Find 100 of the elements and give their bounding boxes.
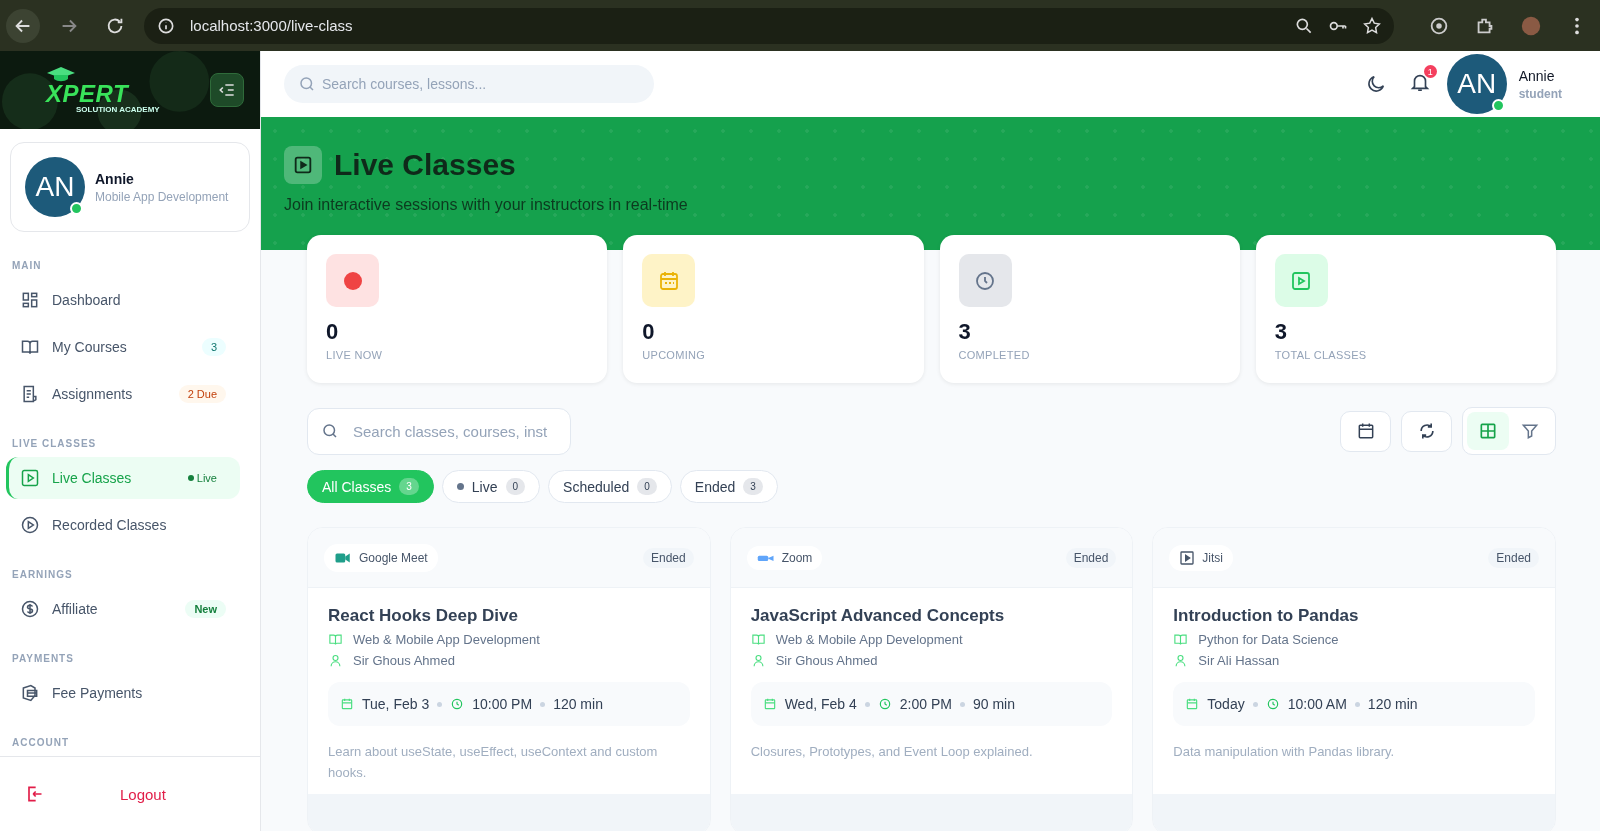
grid-icon: [1478, 421, 1498, 441]
logout-button[interactable]: Logout: [0, 783, 172, 805]
calendar-icon: [1185, 697, 1200, 711]
class-date: Tue, Feb 3: [362, 696, 430, 712]
url-text: localhost:3000/live-class: [190, 17, 353, 34]
nav-badge: 2 Due: [178, 385, 226, 403]
class-card[interactable]: Zoom Ended JavaScript Advanced Concepts Web & Mobile App Development Sir Ghous Ahmed Wed, Feb 4 2:00 PM 90 min Closures, Prototypes, and Event Loop explained.: [729, 527, 1134, 831]
section-heading: LIVE CLASSES: [11, 437, 98, 451]
class-title: Introduction to Pandas: [1173, 606, 1360, 626]
circle-play-icon: [20, 515, 40, 535]
course-name: Python for Data Science: [1198, 632, 1339, 647]
class-title: JavaScript Advanced Concepts: [750, 606, 1006, 626]
status-badge: Ended: [642, 547, 694, 568]
play-icon: [1179, 549, 1196, 566]
play-icon: [284, 146, 322, 184]
section-heading: ACCOUNT: [11, 736, 70, 750]
stat-value: 0: [642, 319, 655, 345]
page-title: Live Classes: [334, 148, 516, 182]
filter-icon: [1520, 421, 1540, 441]
user-icon: [328, 653, 343, 668]
stat-label: UPCOMING: [642, 349, 706, 361]
nav-badge: New: [185, 600, 226, 618]
card-icon: [20, 683, 40, 703]
back-icon[interactable]: [6, 8, 40, 43]
book-icon: [1173, 632, 1189, 647]
class-duration: 120 min: [553, 696, 603, 712]
class-time: 10:00 AM: [1287, 696, 1347, 712]
dollar-icon: [20, 599, 40, 619]
platform-tag: Google Meet: [324, 543, 438, 572]
nav-item[interactable]: Affiliate New: [6, 588, 240, 630]
class-time: 2:00 PM: [899, 696, 952, 712]
collapse-sidebar-button[interactable]: [210, 73, 244, 107]
section-heading: MAIN: [11, 259, 43, 273]
nav-item[interactable]: Live Classes Live: [6, 457, 240, 499]
clock-icon: [877, 697, 892, 711]
stat-value: 3: [958, 319, 971, 345]
nav-item[interactable]: Assignments 2 Due: [6, 373, 240, 415]
record-icon: [326, 254, 379, 307]
nav-item[interactable]: My Courses 3: [6, 326, 240, 368]
nav-badge: 3: [201, 338, 226, 356]
class-card[interactable]: Google Meet Ended React Hooks Deep Dive Web & Mobile App Development Sir Ghous Ahmed Tue, Feb 3 10:00 PM 120 min Learn about useState, useEffect, useContext and custom hooks.: [307, 527, 711, 831]
class-title: React Hooks Deep Dive: [328, 606, 519, 626]
doc-icon: [20, 384, 40, 404]
avatar[interactable]: AN: [1446, 54, 1507, 114]
calendar-icon: [340, 697, 354, 711]
search-field[interactable]: Search courses, lessons...: [284, 65, 654, 103]
filter-tab[interactable]: Live 0: [441, 470, 541, 503]
nav-item[interactable]: Fee Payments: [6, 672, 240, 714]
instructor-name: Sir Ghous Ahmed: [353, 653, 455, 668]
instructor-name: Sir Ghous Ahmed: [775, 653, 878, 668]
class-duration: 120 min: [1367, 696, 1418, 712]
status-badge: Ended: [1065, 547, 1117, 568]
course-name: Web & Mobile App Development: [353, 632, 540, 647]
clock-icon: [958, 254, 1012, 307]
class-description: Data manipulation with Pandas library.: [1173, 743, 1396, 761]
user-program: Mobile App Development: [95, 189, 229, 204]
nav-item[interactable]: Dashboard: [6, 279, 240, 321]
instructor-name: Sir Ali Hassan: [1198, 653, 1280, 668]
book-icon: [328, 632, 343, 647]
platform-tag: Jitsi: [1169, 544, 1233, 571]
filter-tab[interactable]: Scheduled 0: [548, 470, 672, 503]
section-heading: EARNINGS: [11, 568, 74, 582]
page-subtitle: Join interactive sessions with your instructors in real-time: [284, 196, 689, 214]
notification-count: 1: [1423, 65, 1437, 78]
platform-tag: Zoom: [746, 545, 823, 570]
status-badge: Ended: [1488, 547, 1539, 568]
stat-label: COMPLETED: [958, 349, 1030, 361]
class-card[interactable]: Jitsi Ended Introduction to Pandas Python for Data Science Sir Ali Hassan Today 10:00 AM 120 min Data manipulation with Pandas library.: [1152, 527, 1556, 831]
clock-icon: [450, 697, 465, 711]
class-search-field[interactable]: Search classes, courses, inst: [307, 407, 571, 455]
class-duration: 90 min: [972, 696, 1015, 712]
class-description: Closures, Prototypes, and Event Loop explained.: [750, 743, 1034, 761]
nav-item[interactable]: Recorded Classes: [6, 504, 240, 546]
calendar-icon: [642, 254, 696, 307]
logo-subtitle: SOLUTION ACADEMY: [76, 106, 160, 114]
book-icon: [750, 632, 766, 647]
stat-label: TOTAL CLASSES: [1274, 349, 1367, 361]
class-time: 10:00 PM: [472, 696, 533, 712]
search-icon: [298, 75, 316, 93]
clock-icon: [1265, 697, 1280, 711]
stat-label: LIVE NOW: [326, 349, 383, 361]
calendar-button[interactable]: [1340, 410, 1391, 452]
refresh-button[interactable]: [1401, 410, 1452, 452]
class-date: Wed, Feb 4: [784, 696, 857, 712]
stat-value: 0: [326, 319, 339, 345]
play-icon: [20, 468, 40, 488]
class-date: Today: [1207, 696, 1245, 712]
graduation-cap-icon: [46, 66, 76, 82]
grid-view-button[interactable]: [1467, 412, 1509, 450]
search-icon: [321, 421, 339, 440]
stat-value: 3: [1274, 319, 1287, 345]
address-bar[interactable]: localhost:3000/live-class: [144, 7, 1394, 44]
avatar: AN: [25, 157, 85, 217]
nav-badge: Live: [178, 469, 226, 487]
star-icon[interactable]: [1362, 15, 1382, 36]
play-icon: [1274, 254, 1328, 307]
user-role: student: [1518, 86, 1562, 101]
filter-tab[interactable]: Ended 3: [679, 470, 778, 503]
calendar-icon: [762, 697, 777, 711]
class-description: Learn about useState, useEffect, useContext and custom hooks.: [328, 743, 659, 782]
